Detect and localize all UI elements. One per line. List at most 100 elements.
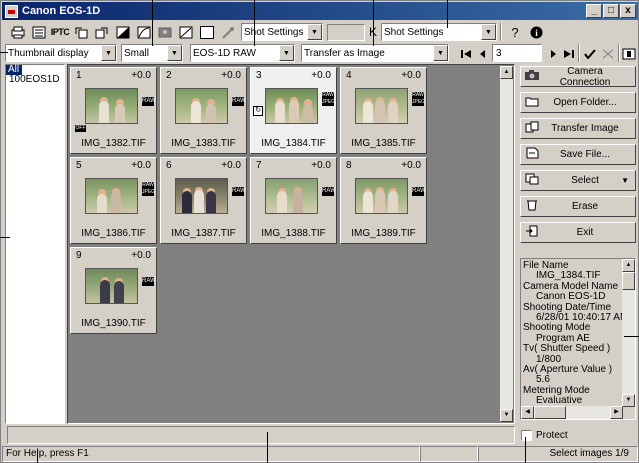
image-info-pane: File Name IMG_1384.TIF Camera Model Name…	[520, 258, 636, 420]
thumbnail-card[interactable]: 2 +0.0 RAW IMG_1383.TIF	[160, 67, 247, 154]
scroll-thumb[interactable]	[622, 272, 635, 290]
scroll-up-button[interactable]: ▲	[500, 66, 513, 79]
help-icon[interactable]: ?	[505, 23, 525, 41]
thumbnail-number: 5	[76, 160, 82, 171]
contrast-icon[interactable]	[113, 23, 133, 41]
select-button[interactable]: Select ▼	[520, 170, 636, 191]
camera-select-value: EOS-1D RAW	[193, 47, 256, 59]
protect-label: Protect	[536, 430, 568, 441]
transfer-mode-select[interactable]: Transfer as Image ▼	[301, 44, 449, 62]
info-icon[interactable]: i	[526, 23, 546, 41]
app-icon	[5, 4, 18, 18]
thumbnail-number: 7	[256, 160, 262, 171]
thumbnail-number: 3	[256, 70, 262, 81]
rotate-left-icon[interactable]	[71, 23, 91, 41]
close-button[interactable]: x	[620, 4, 636, 18]
tone-curve-icon[interactable]	[134, 23, 154, 41]
thumbnail-size-select[interactable]: Small ▼	[121, 44, 183, 62]
raw-badge-text: RAW	[412, 92, 424, 98]
view-image-icon[interactable]	[619, 45, 639, 63]
value-box	[327, 23, 365, 41]
open-folder-button[interactable]: Open Folder...	[520, 92, 636, 113]
thumbnail-card[interactable]: 8 +0.0 RAW IMG_1389.TIF	[340, 157, 427, 244]
transfer-mode-select-value: Transfer as Image	[304, 47, 385, 59]
previous-image-icon[interactable]	[473, 45, 493, 63]
grid-checkbox[interactable]	[197, 23, 217, 41]
minimize-button[interactable]: _	[586, 4, 602, 18]
thumbnail-card[interactable]: 4 +0.0 RAW JPEG IMG_1385.TIF	[340, 67, 427, 154]
save-file-label: Save File...	[559, 149, 611, 160]
status-bar: For Help, press F1 Select images 1/9	[2, 446, 638, 462]
thumbnail-card[interactable]: 5 +0.0 RAW JPEG IMG_1386.TIF	[70, 157, 157, 244]
thumbnail-number: 6	[166, 160, 172, 171]
scroll-right-button[interactable]: ▶	[610, 406, 623, 419]
raw-badge-icon: RAW	[232, 187, 246, 196]
chevron-down-icon: ▼	[433, 45, 448, 61]
title-bar[interactable]: Canon EOS-1D _ □ x	[2, 2, 638, 20]
eyedropper-icon[interactable]	[218, 23, 238, 41]
thumbnail-image	[85, 178, 138, 214]
print-icon[interactable]	[8, 23, 28, 41]
frame-number-input[interactable]: 3	[492, 44, 542, 62]
scroll-up-button[interactable]: ▲	[622, 259, 635, 272]
thumbnail-filename: IMG_1387.TIF	[171, 228, 236, 239]
erase-button[interactable]: Erase	[520, 196, 636, 217]
raw-badge-icon: RAW	[232, 97, 246, 106]
thumbnail-card[interactable]: 7 +0.0 RAW IMG_1388.TIF	[250, 157, 337, 244]
open-folder-label: Open Folder...	[553, 97, 617, 108]
rotation-icon: ↻	[253, 106, 263, 116]
transfer-image-button[interactable]: Transfer Image	[520, 118, 636, 139]
thumbnail-number: 9	[76, 250, 82, 261]
list-icon[interactable]	[29, 23, 49, 41]
camera-select[interactable]: EOS-1D RAW ▼	[190, 44, 295, 62]
tree-item-folder[interactable]: 100EOS1D	[6, 75, 64, 85]
thumbnail-card[interactable]: 3 +0.0 RAW JPEG ↻ IMG_1384.TIF	[250, 67, 337, 154]
thumbnail-card[interactable]: 9 +0.0 RAW IMG_1390.TIF	[70, 247, 157, 334]
white-balance-icon[interactable]	[176, 23, 196, 41]
callout-line	[624, 336, 639, 337]
thumbnail-number: 8	[346, 160, 352, 171]
thumbnail-image	[175, 88, 228, 124]
last-image-icon[interactable]	[559, 45, 579, 63]
scroll-down-button[interactable]: ▼	[622, 394, 635, 407]
rotate-right-icon[interactable]	[92, 23, 112, 41]
info-horizontal-scrollbar[interactable]: ◀ ▶	[521, 406, 623, 419]
shot-settings-select-2[interactable]: Shot Settings ▼	[381, 23, 498, 41]
exposure-value: +0.0	[311, 70, 331, 81]
chevron-down-icon: ▼	[101, 45, 116, 61]
camera-connection-button[interactable]: Camera Connection	[520, 66, 636, 88]
jpeg-badge-text: JPEG	[412, 99, 426, 105]
callout-line	[525, 437, 526, 463]
thumbnail-scrollbar[interactable]: ▲ ▼	[500, 66, 513, 422]
exposure-value: +0.0	[131, 250, 151, 261]
scroll-down-button[interactable]: ▼	[500, 409, 513, 422]
shot-settings-select-1-value: Shot Settings	[244, 26, 304, 38]
protect-checkbox[interactable]: Protect	[521, 430, 568, 441]
raw-badge-icon: RAW	[412, 187, 426, 196]
maximize-button[interactable]: □	[603, 4, 619, 18]
thumbnail-filename: IMG_1384.TIF	[261, 138, 326, 149]
callout-line	[267, 432, 268, 463]
thumbnail-card[interactable]: 6 +0.0 RAW IMG_1387.TIF	[160, 157, 247, 244]
thumbnail-filename: IMG_1383.TIF	[171, 138, 236, 149]
scroll-thumb[interactable]	[534, 406, 566, 419]
window-controls: _ □ x	[585, 4, 636, 18]
raw-badge-icon: RAW	[322, 187, 336, 196]
callout-line	[0, 52, 8, 53]
exposure-value: +0.0	[131, 160, 151, 171]
protect-checkbox-box[interactable]	[521, 430, 532, 441]
image-adjust-icon[interactable]	[155, 23, 175, 41]
info-vertical-scrollbar[interactable]: ▲ ▼	[622, 259, 635, 407]
transfer-icon	[521, 121, 543, 136]
exposure-value: +0.0	[221, 160, 241, 171]
exit-button[interactable]: Exit	[520, 222, 636, 243]
chevron-down-icon: ▼	[621, 176, 629, 185]
scissors-icon[interactable]	[598, 45, 618, 63]
display-mode-select[interactable]: Thumbnail display ▼	[5, 44, 117, 62]
scroll-left-button[interactable]: ◀	[521, 406, 534, 419]
iptc-button[interactable]: IPTC	[50, 23, 70, 41]
save-file-button[interactable]: Save File...	[520, 144, 636, 165]
thumbnail-filename: IMG_1390.TIF	[81, 318, 146, 329]
checkmark-icon[interactable]	[580, 45, 600, 63]
thumbnail-card[interactable]: 1 +0.0 RAW OFF IMG_1382.TIF	[70, 67, 157, 154]
